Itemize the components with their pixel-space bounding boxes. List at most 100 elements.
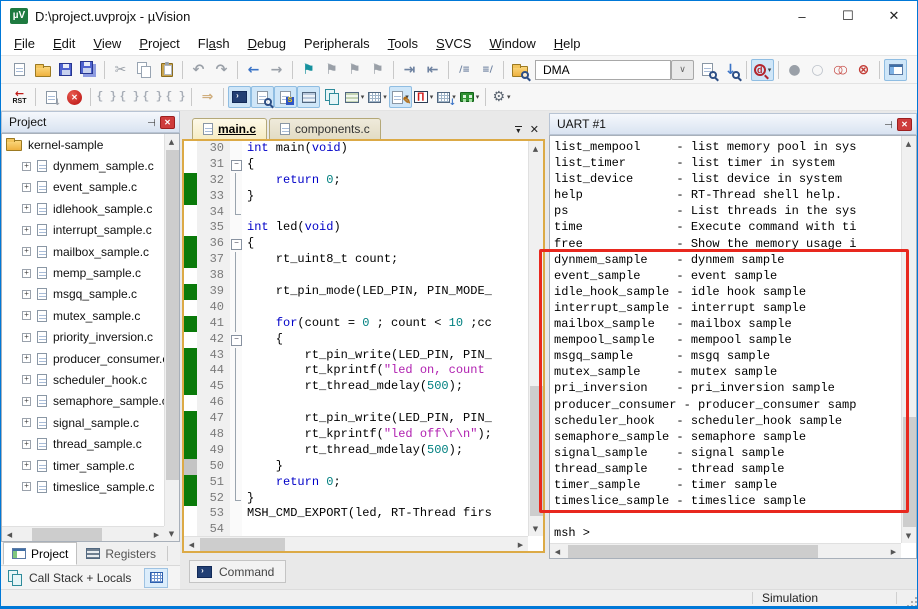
memory-window-tab[interactable] [144,567,169,588]
scroll-down-arrow[interactable] [901,528,916,543]
minimize-button[interactable]: – [779,1,825,31]
incremental-find-button[interactable]: ↓ [719,59,742,81]
callstack-bar[interactable]: Call Stack + Locals [1,565,180,589]
tree-item-signal-sample[interactable]: signal_sample.c [2,412,179,433]
expand-icon[interactable] [22,332,31,342]
clear-bookmarks-button[interactable]: ⚑ [366,59,389,81]
navigate-back-button[interactable]: ← [242,59,265,81]
copy-button[interactable] [132,59,155,81]
close-button[interactable]: ✕ [871,1,917,31]
debug-tools-button[interactable]: ⚙ ▾ [490,86,513,108]
expand-icon[interactable] [22,289,31,299]
expand-icon[interactable] [22,247,31,257]
scroll-up-arrow[interactable] [901,136,916,151]
scroll-thumb[interactable] [568,545,818,558]
find-combo-dropdown[interactable] [671,59,694,80]
step-over-button[interactable] [118,86,141,108]
tree-item-idlehook-sample[interactable]: idlehook_sample.c [2,198,179,219]
tree-item-mutex-sample[interactable]: mutex_sample.c [2,305,179,326]
step-into-button[interactable] [95,86,118,108]
toggle-breakpoint-button[interactable]: ● [783,59,806,81]
memory-window-button[interactable]: ▾ [366,86,389,108]
tree-item-scheduler-hook[interactable]: scheduler_hook.c [2,369,179,390]
insert-bookmark-button[interactable]: ⚑ [297,59,320,81]
tree-item-memp-sample[interactable]: memp_sample.c [2,262,179,283]
prev-bookmark-button[interactable]: ⚑ [343,59,366,81]
reset-button[interactable]: ← RST [8,86,31,108]
comment-button[interactable]: /≡ [453,59,476,81]
kill-all-breakpoints-button[interactable]: ⊗ [852,59,875,81]
tree-item-mailbox-sample[interactable]: mailbox_sample.c [2,241,179,262]
menu-tools[interactable]: Tools [379,33,427,54]
expand-icon[interactable] [22,482,31,492]
tree-root-kernel-sample[interactable]: kernel-sample [2,134,179,155]
tree-item-interrupt-sample[interactable]: interrupt_sample.c [2,220,179,241]
scroll-left-arrow[interactable] [550,544,565,558]
new-file-button[interactable] [8,59,31,81]
find-definition-button[interactable]: d ▾ [751,58,774,81]
expand-icon[interactable] [22,268,31,278]
step-out-button[interactable] [141,86,164,108]
scroll-thumb[interactable] [32,528,102,541]
scroll-up-arrow[interactable] [528,141,543,156]
find-target-combo[interactable]: DMA [535,59,671,80]
expand-icon[interactable] [22,354,31,364]
find-in-files-button[interactable] [508,59,531,81]
run-to-line-button[interactable] [164,86,187,108]
editor-tab-components-c[interactable]: components.c [269,118,381,139]
menu-file[interactable]: File [5,33,44,54]
pin-icon[interactable] [145,118,156,127]
menu-svcs[interactable]: SVCS [427,33,480,54]
pin-icon[interactable] [882,120,893,129]
tab-registers[interactable]: Registers [77,542,165,565]
symbol-window-button[interactable]: S [274,86,297,108]
menu-window[interactable]: Window [480,33,544,54]
title-bar[interactable]: D:\project.uvprojx - µVision – ☐ ✕ [1,1,917,31]
code-editor[interactable]: 30int main(void)31{32 return 0;33}3435in… [184,141,528,536]
expand-icon[interactable] [22,439,31,449]
uncomment-button[interactable]: ≡/ [476,59,499,81]
expand-icon[interactable] [22,311,31,321]
tree-item-priority-inversion[interactable]: priority_inversion.c [2,327,179,348]
system-viewer-button[interactable]: ↓ ▾ [435,86,458,108]
close-document-icon[interactable] [530,125,539,135]
tree-item-producer-consumer[interactable]: producer_consumer.c [2,348,179,369]
run-button[interactable]: ⇒ [196,86,219,108]
disable-breakpoint-button[interactable]: ○ [806,59,829,81]
logic-analyzer-button[interactable]: ▾ [412,86,435,108]
dropdown-arrow-icon[interactable]: ▾ [430,93,434,101]
expand-icon[interactable] [22,375,31,385]
tree-item-msgq-sample[interactable]: msgq_sample.c [2,284,179,305]
maximize-button[interactable]: ☐ [825,1,871,31]
menu-peripherals[interactable]: Peripherals [295,33,379,54]
paste-button[interactable] [155,59,178,81]
redo-button[interactable]: ↷ [210,59,233,81]
save-button[interactable] [54,59,77,81]
expand-icon[interactable] [22,461,31,471]
expand-icon[interactable] [22,182,31,192]
next-bookmark-button[interactable]: ⚑ [320,59,343,81]
expand-icon[interactable] [22,396,31,406]
expand-icon[interactable] [22,204,31,214]
menu-flash[interactable]: Flash [189,33,239,54]
scroll-right-arrow[interactable] [513,537,528,552]
command-window-button[interactable] [228,86,251,108]
scroll-thumb[interactable] [166,150,179,480]
dropdown-arrow-icon[interactable]: ▾ [476,93,480,101]
tree-item-timer-sample[interactable]: timer_sample.c [2,455,179,476]
scroll-down-arrow[interactable] [528,521,543,536]
resize-grip-icon[interactable] [911,601,913,603]
registers-window-button[interactable] [297,86,320,108]
menu-edit[interactable]: Edit [44,33,84,54]
scroll-right-arrow[interactable] [886,544,901,558]
scroll-left-arrow[interactable] [2,527,17,541]
save-all-button[interactable] [77,59,100,81]
tree-item-event-sample[interactable]: event_sample.c [2,177,179,198]
project-tree[interactable]: kernel-sampledynmem_sample.cevent_sample… [1,133,180,542]
menu-project[interactable]: Project [130,33,188,54]
open-file-button[interactable] [31,59,54,81]
close-panel-button[interactable] [160,115,175,129]
expand-icon[interactable] [22,418,31,428]
dropdown-arrow-icon[interactable]: ▾ [383,93,387,101]
callstack-window-button[interactable] [320,86,343,108]
